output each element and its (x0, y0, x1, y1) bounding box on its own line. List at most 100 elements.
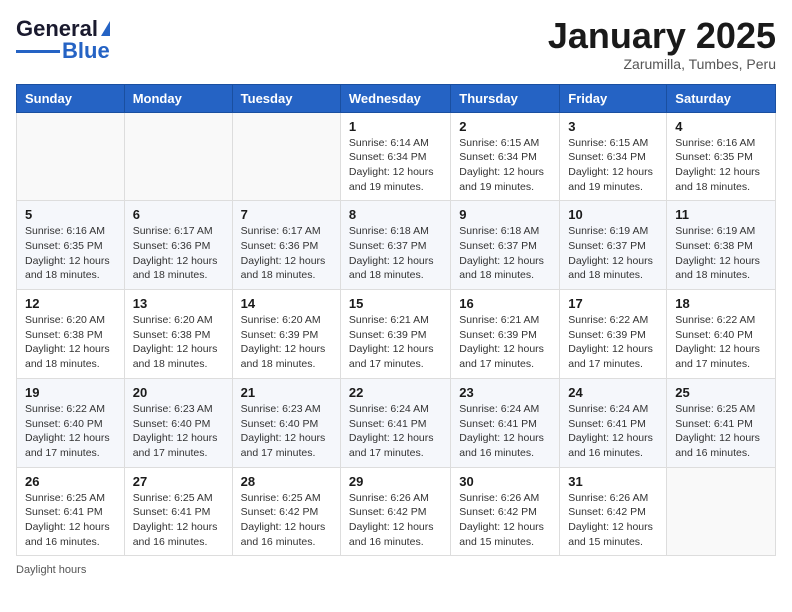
page-header: General Blue January 2025 Zarumilla, Tum… (16, 16, 776, 72)
calendar-cell: 2Sunrise: 6:15 AMSunset: 6:34 PMDaylight… (451, 112, 560, 201)
calendar-cell: 16 Sunrise: 6:21 AMSunset: 6:39 PMDayligh… (451, 290, 560, 379)
day-number: 1 (349, 119, 442, 134)
day-number: 8 (349, 207, 442, 222)
day-detail: Sunrise: 6:19 AMSunset: 6:37 PMDaylight:… (568, 224, 658, 283)
day-detail: Sunrise: 6:21 AMSunset: 6:39 PMDaylight:… (459, 313, 551, 372)
calendar-title: January 2025 (548, 16, 776, 56)
day-number: 11 (675, 207, 767, 222)
calendar-table: SundayMondayTuesdayWednesdayThursdayFrid… (16, 84, 776, 557)
day-detail: Sunrise: 6:25 AMSunset: 6:41 PMDaylight:… (133, 491, 224, 550)
day-number: 25 (675, 385, 767, 400)
day-detail: Sunrise: 6:22 AMSunset: 6:40 PMDaylight:… (675, 313, 767, 372)
day-number: 17 (568, 296, 658, 311)
calendar-cell (232, 112, 340, 201)
day-number: 12 (25, 296, 116, 311)
calendar-cell (124, 112, 232, 201)
day-detail: Sunrise: 6:16 AMSunset: 6:35 PMDaylight:… (25, 224, 116, 283)
day-number: 7 (241, 207, 332, 222)
day-number: 23 (459, 385, 551, 400)
calendar-cell: 17 Sunrise: 6:22 AMSunset: 6:39 PMDayligh… (560, 290, 667, 379)
calendar-cell: 24Sunrise: 6:24 AMSunset: 6:41 PMDayligh… (560, 378, 667, 467)
day-number: 18 (675, 296, 767, 311)
day-number: 19 (25, 385, 116, 400)
day-number: 9 (459, 207, 551, 222)
day-number: 6 (133, 207, 224, 222)
day-detail: Sunrise: 6:26 AMSunset: 6:42 PMDaylight:… (349, 491, 442, 550)
calendar-cell: 22 Sunrise: 6:24 AMSunset: 6:41 PMDayligh… (340, 378, 450, 467)
calendar-cell: 14 Sunrise: 6:20 AMSunset: 6:39 PMDayligh… (232, 290, 340, 379)
day-detail: Sunrise: 6:18 AMSunset: 6:37 PMDaylight:… (459, 224, 551, 283)
calendar-cell: 13Sunrise: 6:20 AMSunset: 6:38 PMDayligh… (124, 290, 232, 379)
day-number: 4 (675, 119, 767, 134)
calendar-cell: 23Sunrise: 6:24 AMSunset: 6:41 PMDayligh… (451, 378, 560, 467)
calendar-cell: 11Sunrise: 6:19 AMSunset: 6:38 PMDayligh… (667, 201, 776, 290)
footer-text: Daylight hours (16, 564, 86, 576)
calendar-cell (667, 467, 776, 556)
day-detail: Sunrise: 6:20 AMSunset: 6:38 PMDaylight:… (133, 313, 224, 372)
calendar-cell: 20 Sunrise: 6:23 AMSunset: 6:40 PMDayligh… (124, 378, 232, 467)
day-detail: Sunrise: 6:23 AMSunset: 6:40 PMDaylight:… (241, 402, 332, 461)
calendar-cell: 12Sunrise: 6:20 AMSunset: 6:38 PMDayligh… (17, 290, 125, 379)
day-detail: Sunrise: 6:22 AMSunset: 6:39 PMDaylight:… (568, 313, 658, 372)
calendar-week-row: 19Sunrise: 6:22 AMSunset: 6:40 PMDayligh… (17, 378, 776, 467)
title-block: January 2025 Zarumilla, Tumbes, Peru (548, 16, 776, 72)
calendar-cell: 4Sunrise: 6:16 AMSunset: 6:35 PMDaylight… (667, 112, 776, 201)
day-detail: Sunrise: 6:15 AMSunset: 6:34 PMDaylight:… (459, 136, 551, 195)
day-number: 26 (25, 474, 116, 489)
day-number: 27 (133, 474, 224, 489)
calendar-cell: 8Sunrise: 6:18 AMSunset: 6:37 PMDaylight… (340, 201, 450, 290)
footer-note: Daylight hours (16, 564, 776, 576)
day-header-wednesday: Wednesday (340, 84, 450, 112)
day-detail: Sunrise: 6:26 AMSunset: 6:42 PMDaylight:… (568, 491, 658, 550)
logo-blue: Blue (62, 38, 110, 64)
day-header-monday: Monday (124, 84, 232, 112)
day-number: 10 (568, 207, 658, 222)
calendar-cell: 15Sunrise: 6:21 AMSunset: 6:39 PMDayligh… (340, 290, 450, 379)
day-number: 16 (459, 296, 551, 311)
day-header-saturday: Saturday (667, 84, 776, 112)
calendar-cell: 19Sunrise: 6:22 AMSunset: 6:40 PMDayligh… (17, 378, 125, 467)
day-header-friday: Friday (560, 84, 667, 112)
day-detail: Sunrise: 6:23 AMSunset: 6:40 PMDaylight:… (133, 402, 224, 461)
calendar-cell: 30 Sunrise: 6:26 AMSunset: 6:42 PMDayligh… (451, 467, 560, 556)
logo-underline (16, 50, 60, 53)
logo: General Blue (16, 16, 110, 64)
calendar-week-row: 26 Sunrise: 6:25 AMSunset: 6:41 PMDayligh… (17, 467, 776, 556)
calendar-subtitle: Zarumilla, Tumbes, Peru (548, 56, 776, 72)
calendar-cell: 10 Sunrise: 6:19 AMSunset: 6:37 PMDayligh… (560, 201, 667, 290)
day-detail: Sunrise: 6:25 AMSunset: 6:41 PMDaylight:… (675, 402, 767, 461)
calendar-cell: 1Sunrise: 6:14 AMSunset: 6:34 PMDaylight… (340, 112, 450, 201)
day-number: 29 (349, 474, 442, 489)
day-detail: Sunrise: 6:21 AMSunset: 6:39 PMDaylight:… (349, 313, 442, 372)
day-number: 14 (241, 296, 332, 311)
day-number: 20 (133, 385, 224, 400)
calendar-cell: 5Sunrise: 6:16 AMSunset: 6:35 PMDaylight… (17, 201, 125, 290)
day-number: 24 (568, 385, 658, 400)
day-detail: Sunrise: 6:15 AMSunset: 6:34 PMDaylight:… (568, 136, 658, 195)
day-number: 22 (349, 385, 442, 400)
calendar-header-row: SundayMondayTuesdayWednesdayThursdayFrid… (17, 84, 776, 112)
calendar-cell: 7 Sunrise: 6:17 AMSunset: 6:36 PMDaylight… (232, 201, 340, 290)
day-detail: Sunrise: 6:25 AMSunset: 6:41 PMDaylight:… (25, 491, 116, 550)
calendar-cell: 26 Sunrise: 6:25 AMSunset: 6:41 PMDayligh… (17, 467, 125, 556)
calendar-week-row: 1Sunrise: 6:14 AMSunset: 6:34 PMDaylight… (17, 112, 776, 201)
calendar-cell: 28Sunrise: 6:25 AMSunset: 6:42 PMDayligh… (232, 467, 340, 556)
day-detail: Sunrise: 6:24 AMSunset: 6:41 PMDaylight:… (349, 402, 442, 461)
day-detail: Sunrise: 6:20 AMSunset: 6:39 PMDaylight:… (241, 313, 332, 372)
day-number: 31 (568, 474, 658, 489)
calendar-cell: 3 Sunrise: 6:15 AMSunset: 6:34 PMDaylight… (560, 112, 667, 201)
logo-triangle-icon (101, 21, 110, 36)
day-detail: Sunrise: 6:26 AMSunset: 6:42 PMDaylight:… (459, 491, 551, 550)
calendar-cell: 9 Sunrise: 6:18 AMSunset: 6:37 PMDaylight… (451, 201, 560, 290)
calendar-cell: 6Sunrise: 6:17 AMSunset: 6:36 PMDaylight… (124, 201, 232, 290)
calendar-cell: 21Sunrise: 6:23 AMSunset: 6:40 PMDayligh… (232, 378, 340, 467)
day-header-sunday: Sunday (17, 84, 125, 112)
day-number: 3 (568, 119, 658, 134)
calendar-cell: 29 Sunrise: 6:26 AMSunset: 6:42 PMDayligh… (340, 467, 450, 556)
calendar-week-row: 12 Sunrise: 6:20 AMSunset: 6:38 PMDayligh… (17, 290, 776, 379)
day-detail: Sunrise: 6:17 AMSunset: 6:36 PMDaylight:… (241, 224, 332, 283)
day-number: 30 (459, 474, 551, 489)
calendar-week-row: 5Sunrise: 6:16 AMSunset: 6:35 PMDaylight… (17, 201, 776, 290)
day-header-tuesday: Tuesday (232, 84, 340, 112)
day-number: 28 (241, 474, 332, 489)
